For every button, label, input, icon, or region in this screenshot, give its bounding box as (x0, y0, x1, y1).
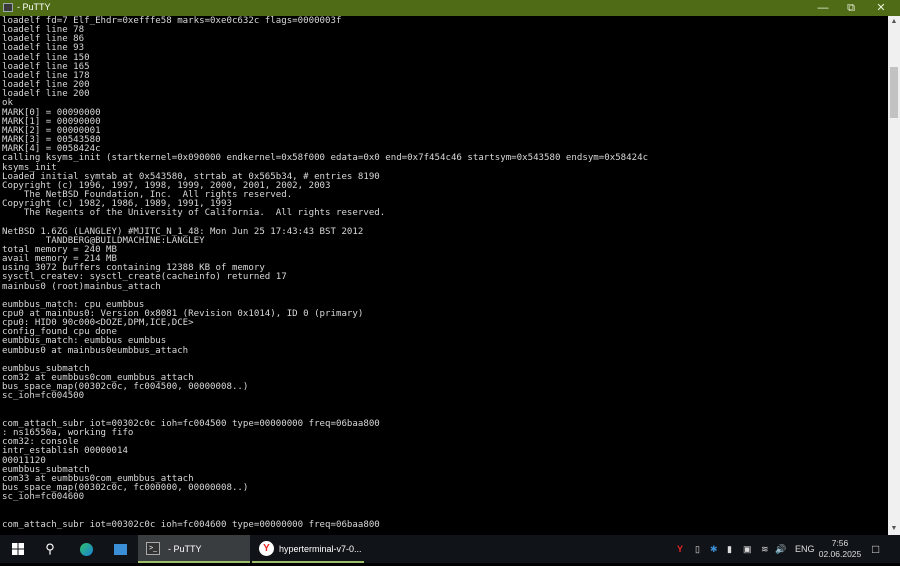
yandex-tray-icon[interactable]: Y (677, 544, 683, 554)
yandex-browser-icon: Y (259, 541, 274, 556)
terminal-output: loadelf fd=7 Elf_Ehdr=0xefffe58 marks=0x… (0, 16, 888, 530)
terminal-line: com_attach_subr iot=00302c0c ioh=fc00460… (2, 519, 380, 530)
terminal-line: loadelf line 86 (2, 34, 85, 45)
terminal-line: sc_ioh=fc004500 (2, 391, 85, 402)
clock-time: 7:56 (831, 538, 849, 548)
terminal-line: bus_space_map(00302c0c, fc004500, 000000… (2, 382, 249, 393)
taskbar-item-yandex[interactable]: Y hyperterminal-v7-0... (252, 535, 364, 563)
clock[interactable]: 7:56 02.06.2025 (818, 538, 862, 560)
edge-icon[interactable] (76, 535, 96, 563)
terminal-line: calling ksyms_init (startkernel=0x090000… (2, 153, 649, 164)
start-button[interactable] (8, 535, 28, 563)
terminal-line: bus_space_map(00302c0c, fc000000, 000000… (2, 482, 249, 493)
usb-icon[interactable]: ▯ (695, 544, 700, 555)
close-button[interactable]: ✕ (866, 0, 896, 16)
windows-icon (12, 543, 24, 555)
terminal-line: ok (2, 98, 13, 109)
terminal-line: cpu0: HID0 90c000<DOZE,DPM,ICE,DCE> (2, 318, 194, 329)
terminal-line: mainbus0 (root)mainbus_attach (2, 281, 161, 292)
terminal-line: TANDBERG@BUILDMACHINE:LANGLEY (2, 235, 205, 246)
wifi-icon[interactable]: ≋ (761, 544, 769, 555)
scroll-up-icon[interactable]: ▲ (888, 16, 900, 28)
terminal-area[interactable]: loadelf fd=7 Elf_Ehdr=0xefffe58 marks=0x… (0, 16, 888, 535)
putty-app-icon[interactable] (3, 3, 13, 12)
putty-icon: >_ (146, 542, 160, 555)
terminal-line: total memory = 240 MB (2, 244, 117, 255)
terminal-line: MARK[1] = 00090000 (2, 116, 101, 127)
microphone-icon[interactable]: ▮ (727, 544, 732, 555)
window-title: - PuTTY (17, 2, 51, 12)
terminal-line: loadelf line 200 (2, 80, 90, 91)
terminal-line: The Regents of the University of Califor… (2, 208, 386, 219)
clock-date: 02.06.2025 (818, 549, 862, 559)
vertical-scrollbar[interactable]: ▲ ▼ (888, 16, 900, 535)
terminal-line: loadelf line 78 (2, 25, 85, 36)
terminal-line: loadelf fd=7 Elf_Ehdr=0xefffe58 marks=0x… (2, 16, 342, 26)
notifications-icon[interactable]: □ (872, 542, 879, 556)
terminal-line: loadelf line 165 (2, 61, 90, 72)
bluetooth-icon[interactable]: ✱ (710, 544, 718, 555)
title-bar[interactable]: - PuTTY — ⧉ ✕ (0, 0, 900, 16)
terminal-line: com32: console (2, 437, 79, 448)
minimize-button[interactable]: — (808, 0, 838, 16)
language-indicator[interactable]: ENG (795, 544, 815, 554)
terminal-line: MARK[0] = 00090000 (2, 107, 101, 118)
taskbar: ⚲ >_ - PuTTY Y hyperterminal-v7-0... Y ▯… (0, 535, 900, 563)
terminal-line: loadelf line 150 (2, 52, 90, 63)
task-label: hyperterminal-v7-0... (279, 544, 362, 554)
terminal-line: loadelf line 178 (2, 70, 90, 81)
taskbar-item-putty[interactable]: >_ - PuTTY (138, 535, 250, 563)
terminal-line: loadelf line 200 (2, 89, 90, 100)
maximize-button[interactable]: ⧉ (836, 0, 866, 16)
terminal-line: com_attach_subr iot=00302c0c ioh=fc00450… (2, 418, 380, 429)
terminal-line: MARK[3] = 00543580 (2, 135, 101, 146)
terminal-line: 00011120 (2, 455, 46, 466)
volume-icon[interactable]: 🔊 (775, 544, 786, 555)
scroll-down-icon[interactable]: ▼ (888, 523, 900, 535)
store-icon[interactable] (110, 535, 130, 563)
terminal-line: MARK[2] = 00000001 (2, 125, 101, 136)
terminal-line: intr_establish 00000014 (2, 446, 128, 457)
scrollbar-thumb[interactable] (890, 67, 898, 118)
search-icon[interactable]: ⚲ (40, 535, 60, 563)
terminal-line: sc_ioh=fc004600 (2, 492, 85, 503)
terminal-line: eumbbus0 at mainbus0eumbbus_attach (2, 345, 189, 356)
network-icon[interactable]: ▣ (743, 544, 752, 555)
terminal-line: loadelf line 93 (2, 43, 85, 54)
terminal-line: : ns16550a, working fifo (2, 428, 134, 439)
task-label: - PuTTY (168, 544, 202, 554)
